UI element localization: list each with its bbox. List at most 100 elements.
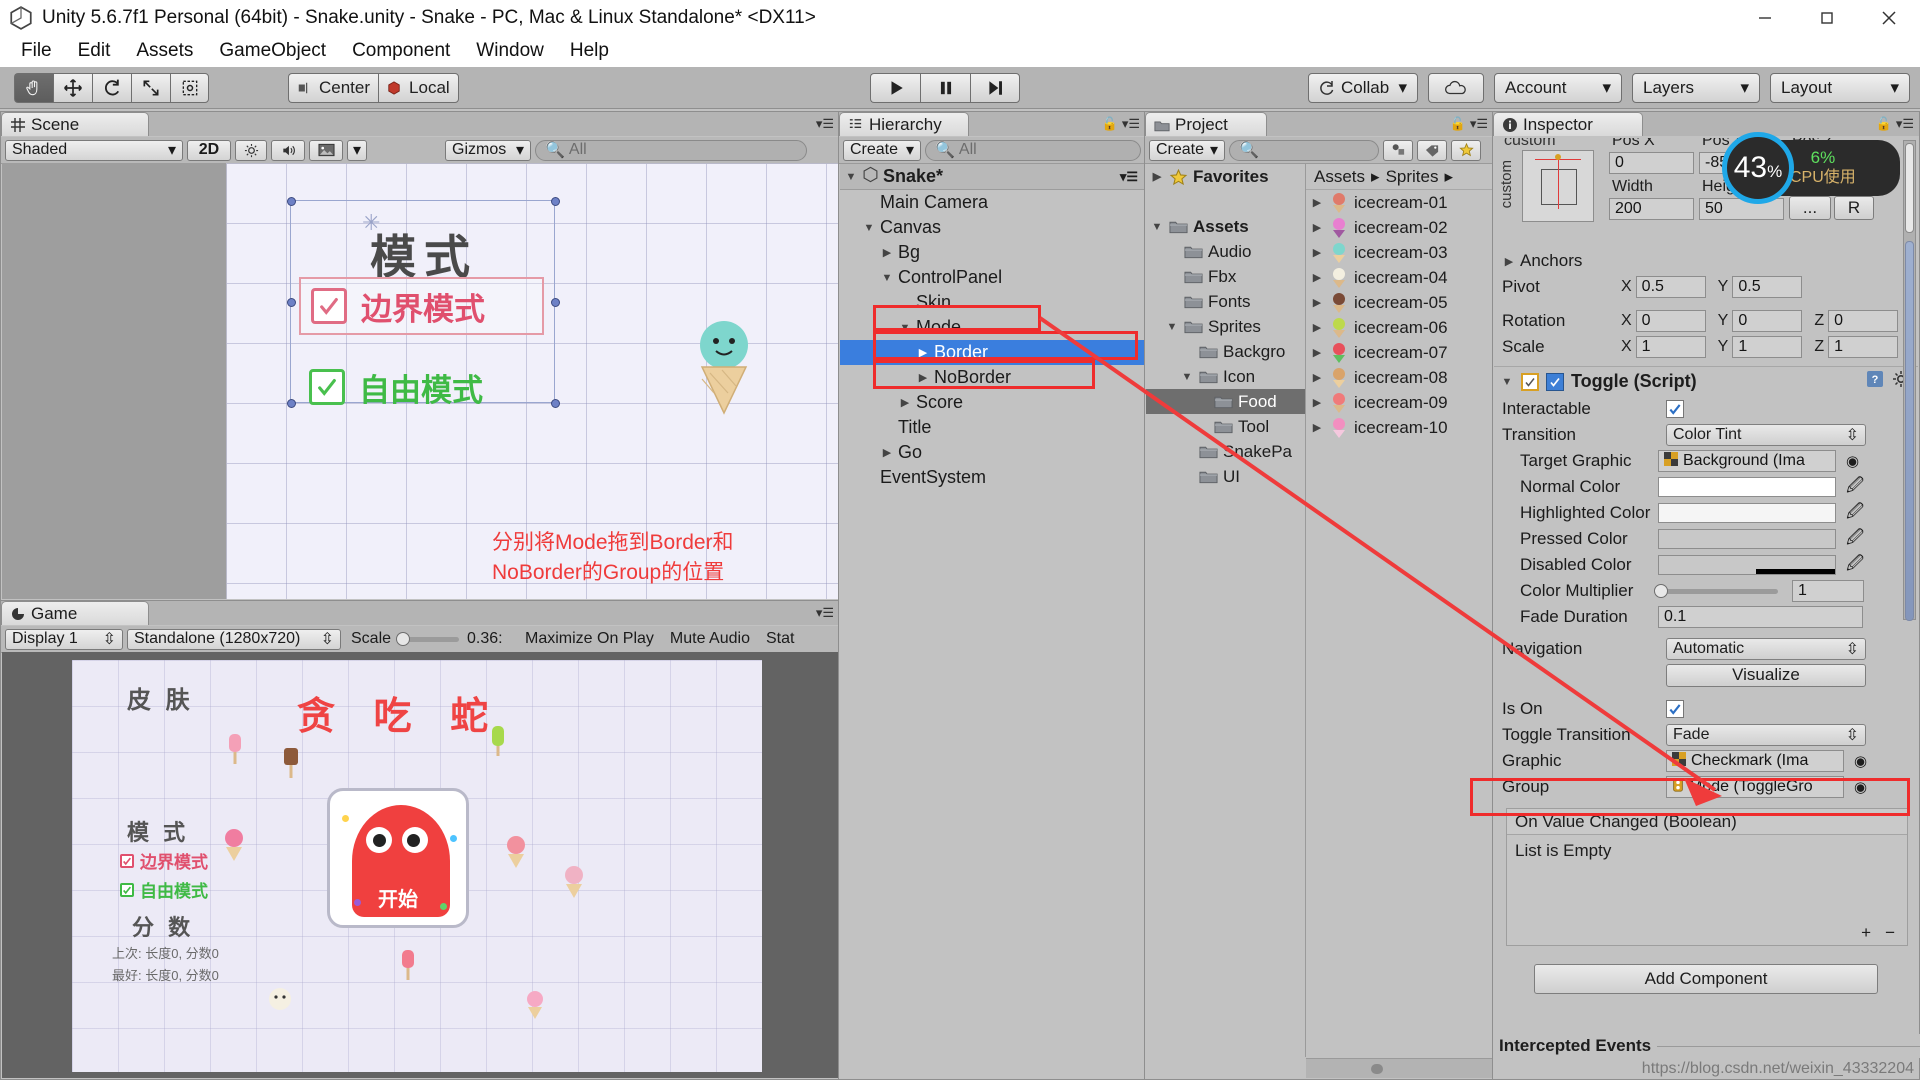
anchor-preset-widget[interactable] bbox=[1522, 150, 1594, 222]
chevron-down-icon[interactable]: ▼ bbox=[1165, 321, 1179, 333]
selection-handle[interactable] bbox=[287, 298, 296, 307]
hierarchy-item-eventsystem[interactable]: EventSystem bbox=[840, 465, 1144, 490]
menu-assets[interactable]: Assets bbox=[123, 37, 206, 65]
hierarchy-item-bg[interactable]: ▶ Bg bbox=[840, 240, 1144, 265]
project-folder-tree[interactable]: ▶ Favorites ▼ Assets Audio Fbx Fonts ▼ Sprites Ba… bbox=[1146, 164, 1306, 1057]
hierarchy-item-main camera[interactable]: Main Camera bbox=[840, 190, 1144, 215]
chevron-right-icon[interactable]: ▶ bbox=[1310, 246, 1324, 259]
rect-tool[interactable] bbox=[170, 73, 209, 103]
asset-row[interactable]: ▶ icecream-02 bbox=[1306, 215, 1492, 240]
eyedropper-icon[interactable]: 🖉 bbox=[1846, 525, 1864, 554]
transition-dropdown[interactable]: Color Tint ⇳ bbox=[1666, 424, 1866, 446]
chevron-right-icon[interactable]: ▶ bbox=[1310, 221, 1324, 234]
filter-type-icon[interactable] bbox=[1383, 139, 1413, 161]
menu-gameobject[interactable]: GameObject bbox=[206, 37, 339, 65]
group-field[interactable]: Mode (ToggleGro bbox=[1666, 776, 1844, 798]
chevron-right-icon[interactable]: ▶ bbox=[916, 346, 930, 359]
pressed-color-swatch[interactable] bbox=[1658, 529, 1836, 549]
menu-edit[interactable]: Edit bbox=[65, 37, 124, 65]
navigation-dropdown[interactable]: Automatic ⇳ bbox=[1666, 638, 1866, 660]
chevron-down-icon[interactable]: ▼ bbox=[1150, 221, 1164, 233]
scale-slider[interactable]: Scale 0.36: bbox=[345, 628, 515, 650]
favorite-star-icon[interactable] bbox=[1451, 139, 1481, 161]
chevron-right-icon[interactable]: ▶ bbox=[1310, 346, 1324, 359]
asset-rows[interactable]: ▶ icecream-01 ▶ icecream-02 ▶ icecream-03 ▶ ice… bbox=[1306, 190, 1492, 440]
chevron-right-icon[interactable]: ▶ bbox=[916, 371, 930, 384]
hierarchy-item-go[interactable]: ▶ Go bbox=[840, 440, 1144, 465]
menu-window[interactable]: Window bbox=[463, 37, 557, 65]
game-mode-border[interactable]: 边界模式 bbox=[120, 848, 208, 873]
tab-inspector[interactable]: Inspector bbox=[1493, 112, 1643, 136]
hierarchy-panel-menu[interactable]: 🔓 ▾☰ bbox=[1102, 116, 1140, 132]
mute-audio-toggle[interactable]: Mute Audio bbox=[663, 628, 756, 650]
chevron-right-icon[interactable]: ▶ bbox=[880, 246, 894, 259]
project-hscrollbar[interactable] bbox=[1306, 1058, 1492, 1078]
chevron-right-icon[interactable]: ▶ bbox=[1310, 196, 1324, 209]
hierarchy-item-score[interactable]: ▶ Score bbox=[840, 390, 1144, 415]
pivot-y-field[interactable]: 0.5 bbox=[1732, 276, 1803, 298]
checkbox-border-icon[interactable] bbox=[311, 288, 347, 324]
selection-handle[interactable] bbox=[551, 399, 560, 408]
scale-tool[interactable] bbox=[131, 73, 170, 103]
color-multiplier-thumb[interactable] bbox=[1654, 583, 1668, 598]
lock-icon[interactable]: 🔓 bbox=[1876, 116, 1892, 132]
hierarchy-tree[interactable]: Main Camera ▼ Canvas ▶ Bg ▼ ControlPanel Skin ▼ M… bbox=[840, 190, 1144, 1078]
chevron-down-icon[interactable]: ▼ bbox=[1500, 376, 1514, 388]
anchors-row[interactable]: ▶ Anchors bbox=[1494, 248, 1918, 274]
chevron-right-icon[interactable]: ▶ bbox=[898, 396, 912, 409]
audio-icon[interactable] bbox=[271, 139, 305, 161]
is-on-checkbox[interactable] bbox=[1666, 700, 1684, 718]
hierarchy-item-canvas[interactable]: ▼ Canvas bbox=[840, 215, 1144, 240]
visualize-button[interactable]: Visualize bbox=[1666, 663, 1866, 687]
eyedropper-icon[interactable]: 🖉 bbox=[1846, 473, 1864, 502]
help-icon[interactable]: ? bbox=[1866, 370, 1884, 393]
asset-row[interactable]: ▶ icecream-03 bbox=[1306, 240, 1492, 265]
account-button[interactable]: Account ▾ bbox=[1494, 73, 1622, 103]
menu-help[interactable]: Help bbox=[557, 37, 622, 65]
inspector-scroll-thumb[interactable] bbox=[1905, 241, 1914, 621]
asset-row[interactable]: ▶ icecream-10 bbox=[1306, 415, 1492, 440]
hierarchy-item-mode[interactable]: ▼ Mode bbox=[840, 315, 1144, 340]
component-enabled-checkbox[interactable] bbox=[1521, 372, 1539, 391]
asset-row[interactable]: ▶ icecream-09 bbox=[1306, 390, 1492, 415]
object-picker-icon[interactable]: ◉ bbox=[1854, 778, 1867, 796]
project-folder-fonts[interactable]: Fonts bbox=[1146, 289, 1305, 314]
lock-icon[interactable]: 🔓 bbox=[1450, 116, 1466, 132]
width-field[interactable]: 200 bbox=[1609, 198, 1694, 220]
interactable-checkbox[interactable] bbox=[1666, 400, 1684, 418]
hierarchy-create-button[interactable]: Create ▾ bbox=[843, 139, 921, 161]
pivot-mode-button[interactable]: Center bbox=[288, 73, 379, 103]
scene-panel-menu[interactable]: ▾☰ bbox=[816, 116, 834, 132]
pivot-x-field[interactable]: 0.5 bbox=[1635, 276, 1706, 298]
collab-button[interactable]: Collab ▾ bbox=[1308, 73, 1418, 103]
gizmos-dropdown[interactable]: Gizmos ▾ bbox=[445, 139, 531, 161]
close-icon[interactable] bbox=[1858, 0, 1920, 35]
chevron-right-icon[interactable]: ▶ bbox=[1310, 271, 1324, 284]
add-component-button[interactable]: Add Component bbox=[1534, 964, 1878, 994]
remove-event-button[interactable]: − bbox=[1885, 923, 1895, 943]
add-event-button[interactable]: + bbox=[1861, 923, 1871, 943]
chevron-down-icon[interactable]: ▼ bbox=[862, 222, 876, 234]
breadcrumb-assets[interactable]: Assets bbox=[1314, 167, 1365, 187]
selection-handle[interactable] bbox=[551, 197, 560, 206]
scene-toggle-border[interactable]: 边界模式 bbox=[299, 277, 544, 335]
selection-handle[interactable] bbox=[287, 197, 296, 206]
hierarchy-search-input[interactable]: 🔍 All bbox=[925, 139, 1141, 161]
hierarchy-scene-root[interactable]: ▼ Snake* ▾☰ bbox=[840, 164, 1144, 190]
resolution-dropdown[interactable]: Standalone (1280x720) ⇳ bbox=[127, 628, 341, 650]
hierarchy-item-title[interactable]: Title bbox=[840, 415, 1144, 440]
cloud-icon[interactable] bbox=[1428, 73, 1484, 103]
chevron-right-icon[interactable]: ▶ bbox=[1310, 296, 1324, 309]
menu-icon[interactable]: ▾☰ bbox=[1470, 116, 1488, 132]
project-create-button[interactable]: Create ▾ bbox=[1149, 139, 1225, 161]
play-icon[interactable] bbox=[870, 73, 920, 103]
scene-toggle-noborder[interactable]: 自由模式 bbox=[299, 358, 544, 416]
hand-tool[interactable] bbox=[14, 73, 53, 103]
layers-button[interactable]: Layers ▾ bbox=[1632, 73, 1760, 103]
image-effects-dropdown[interactable]: ▾ bbox=[347, 139, 367, 161]
asset-row[interactable]: ▶ icecream-08 bbox=[1306, 365, 1492, 390]
hierarchy-item-skin[interactable]: Skin bbox=[840, 290, 1144, 315]
project-folder-favorites[interactable]: ▶ Favorites bbox=[1146, 164, 1305, 189]
chevron-down-icon[interactable]: ▼ bbox=[880, 272, 894, 284]
checkbox-border-icon[interactable] bbox=[120, 853, 134, 868]
